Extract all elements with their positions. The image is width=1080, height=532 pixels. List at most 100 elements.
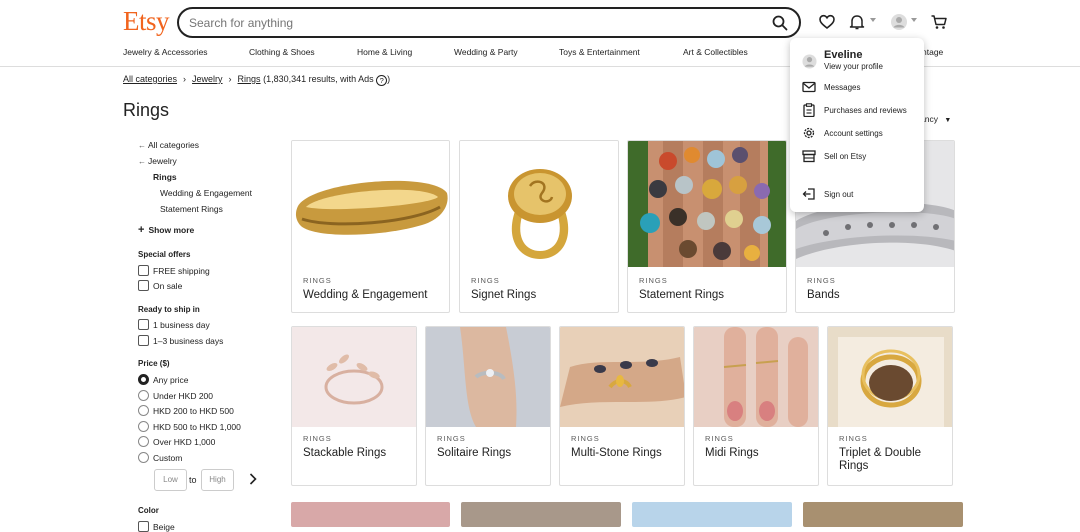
- category-card-image-partial[interactable]: [291, 502, 450, 527]
- search-input[interactable]: [189, 13, 749, 33]
- gear-icon: [803, 127, 815, 139]
- card-kicker: RINGS: [471, 276, 500, 285]
- account-name[interactable]: Eveline: [824, 49, 863, 61]
- category-card-solitaire-rings[interactable]: RINGS Solitaire Rings: [425, 326, 551, 486]
- category-nav-clothing[interactable]: Clothing & Shoes: [249, 47, 315, 57]
- price-under-200-radio[interactable]: [138, 390, 149, 401]
- category-nav-jewelry[interactable]: Jewelry & Accessories: [123, 47, 208, 57]
- results-close-paren: ): [387, 74, 391, 84]
- category-card-stackable-rings[interactable]: RINGS Stackable Rings: [291, 326, 417, 486]
- breadcrumb: All categories › Jewelry › Rings (1,830,341 …: [123, 74, 390, 86]
- one-three-business-days-label: 1–3 business days: [153, 336, 224, 346]
- sidebar-nav-label: All categories: [148, 140, 200, 150]
- ready-to-ship-heading: Ready to ship in: [138, 305, 200, 314]
- category-card-image-partial[interactable]: [803, 502, 963, 527]
- free-shipping-checkbox[interactable]: [138, 265, 149, 276]
- category-card-signet-rings[interactable]: RINGS Signet Rings: [459, 140, 619, 313]
- category-card-triplet-double-rings[interactable]: RINGS Triplet & Double Rings: [827, 326, 953, 486]
- results-count: (1,830,341 results, with Ads: [263, 74, 374, 84]
- solitaire-ring-image: [426, 327, 550, 427]
- card-title: Triplet & Double Rings: [839, 447, 922, 472]
- category-nav-home[interactable]: Home & Living: [357, 47, 412, 57]
- stackable-ring-image: [292, 327, 416, 427]
- category-card-multi-stone-rings[interactable]: RINGS Multi-Stone Rings: [559, 326, 685, 486]
- price-low-input[interactable]: Low: [154, 469, 187, 491]
- search-bar[interactable]: [177, 7, 801, 38]
- category-card-image-partial[interactable]: [461, 502, 621, 527]
- on-sale-label: On sale: [153, 281, 183, 291]
- one-business-day-checkbox[interactable]: [138, 319, 149, 330]
- menu-item-account-settings[interactable]: Account settings: [824, 129, 883, 138]
- price-high-input[interactable]: High: [201, 469, 234, 491]
- breadcrumb-all-categories[interactable]: All categories: [123, 74, 177, 84]
- show-more-button[interactable]: + Show more: [138, 224, 194, 236]
- one-three-business-days-checkbox[interactable]: [138, 335, 149, 346]
- menu-item-purchases[interactable]: Purchases and reviews: [824, 106, 907, 115]
- search-icon[interactable]: [771, 14, 789, 32]
- on-sale-checkbox[interactable]: [138, 280, 149, 291]
- category-nav-wedding[interactable]: Wedding & Party: [454, 47, 518, 57]
- favorites-heart-icon[interactable]: [818, 13, 836, 31]
- price-to-label: to: [189, 475, 197, 485]
- price-under-200-label: Under HKD 200: [153, 391, 214, 401]
- menu-item-sign-out[interactable]: Sign out: [824, 190, 853, 199]
- card-kicker: RINGS: [705, 434, 734, 443]
- price-500-1000-radio[interactable]: [138, 421, 149, 432]
- avatar: [802, 54, 817, 69]
- chevron-right-icon: ›: [228, 74, 232, 84]
- breadcrumb-jewelry[interactable]: Jewelry: [192, 74, 223, 84]
- messages-icon: [802, 81, 816, 93]
- card-kicker: RINGS: [639, 276, 668, 285]
- arrow-left-icon: ←: [138, 157, 146, 166]
- view-profile-link[interactable]: View your profile: [824, 62, 883, 71]
- category-nav-vintage[interactable]: ntage: [922, 47, 943, 57]
- breadcrumb-rings[interactable]: Rings: [238, 74, 261, 84]
- account-dropdown-menu: Eveline View your profile Messages Purch…: [790, 38, 924, 212]
- midi-ring-image: [694, 327, 818, 427]
- sidebar-nav-jewelry[interactable]: ← Jewelry: [138, 156, 177, 166]
- one-business-day-label: 1 business day: [153, 320, 210, 330]
- help-icon[interactable]: ?: [376, 75, 388, 86]
- menu-item-sell-on-etsy[interactable]: Sell on Etsy: [824, 152, 866, 161]
- card-kicker: RINGS: [303, 276, 332, 285]
- show-more-label: Show more: [148, 225, 195, 235]
- notifications-bell-icon[interactable]: [848, 13, 866, 31]
- special-offers-heading: Special offers: [138, 250, 191, 259]
- etsy-logo[interactable]: Etsy: [123, 6, 170, 37]
- price-custom-radio[interactable]: [138, 452, 149, 463]
- price-over-1000-label: Over HKD 1,000: [153, 437, 216, 447]
- sidebar-nav-rings[interactable]: Rings: [153, 172, 177, 182]
- sidebar-nav-statement-rings[interactable]: Statement Rings: [160, 204, 223, 214]
- sort-dropdown[interactable]: ancy ▼: [920, 114, 951, 124]
- card-title: Midi Rings: [705, 447, 759, 459]
- cart-icon[interactable]: [930, 13, 948, 31]
- card-title: Statement Rings: [639, 289, 725, 301]
- wedding-ring-image: [292, 141, 449, 267]
- category-card-image-partial[interactable]: [632, 502, 792, 527]
- card-title: Bands: [807, 289, 840, 301]
- multi-stone-ring-image: [560, 327, 684, 427]
- caret-down-icon: ▼: [944, 117, 952, 124]
- sidebar-nav-all-categories[interactable]: ← All categories: [138, 140, 199, 150]
- card-title: Multi-Stone Rings: [571, 447, 662, 459]
- category-card-midi-rings[interactable]: RINGS Midi Rings: [693, 326, 819, 486]
- card-kicker: RINGS: [303, 434, 332, 443]
- page-title: Rings: [123, 100, 170, 120]
- beige-label: Beige: [153, 522, 175, 532]
- avatar[interactable]: [890, 13, 908, 31]
- sidebar-nav-wedding-engagement[interactable]: Wedding & Engagement: [160, 188, 252, 198]
- plus-icon: +: [138, 224, 145, 236]
- price-any-radio[interactable]: [138, 374, 149, 385]
- card-kicker: RINGS: [437, 434, 466, 443]
- chevron-right-icon[interactable]: [246, 472, 260, 486]
- price-over-1000-radio[interactable]: [138, 436, 149, 447]
- category-nav-toys[interactable]: Toys & Entertainment: [559, 47, 640, 57]
- chevron-down-icon: [870, 18, 876, 22]
- category-card-statement-rings[interactable]: RINGS Statement Rings: [627, 140, 787, 313]
- category-card-wedding-engagement[interactable]: RINGS Wedding & Engagement: [291, 140, 450, 313]
- sign-out-icon: [802, 188, 815, 200]
- sidebar-nav-label: Jewelry: [148, 156, 177, 166]
- menu-item-messages[interactable]: Messages: [824, 83, 860, 92]
- price-200-500-radio[interactable]: [138, 405, 149, 416]
- category-nav-art[interactable]: Art & Collectibles: [683, 47, 748, 57]
